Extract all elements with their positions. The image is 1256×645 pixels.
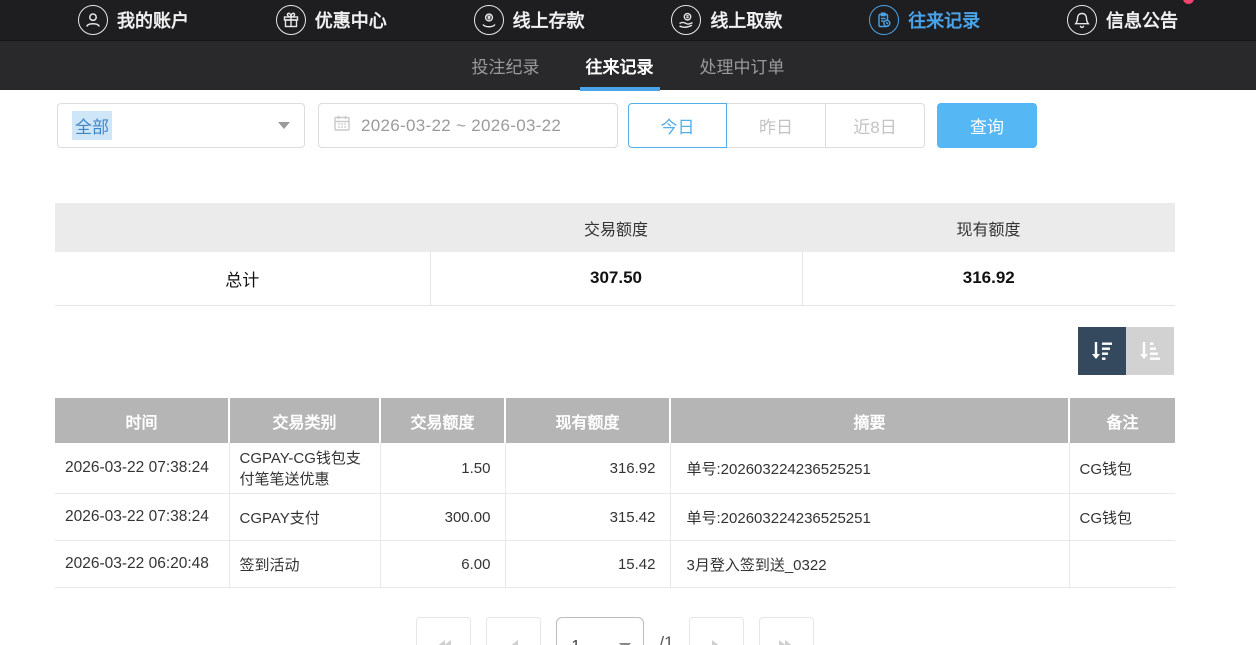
today-button[interactable]: 今日 — [628, 103, 727, 148]
cell-time: 2026-03-22 06:20:48 — [55, 541, 229, 588]
sort-descending-icon — [1089, 338, 1115, 364]
col-header-amount: 交易额度 — [380, 398, 505, 443]
double-right-arrow-icon — [779, 640, 794, 645]
selected-type-value: 全部 — [72, 111, 112, 140]
double-left-arrow-icon — [436, 640, 451, 645]
previous-page-button[interactable] — [486, 617, 541, 645]
summary-balance-total: 316.92 — [802, 252, 1175, 305]
transaction-type-select[interactable]: 全部 — [57, 103, 305, 148]
cell-balance: 316.92 — [505, 443, 670, 494]
search-button[interactable]: 查询 — [937, 103, 1037, 148]
col-header-time: 时间 — [55, 398, 229, 443]
nav-item-promotions[interactable]: 优惠中心 — [276, 5, 387, 35]
nav-item-label: 信息公告 — [1106, 7, 1178, 33]
cell-balance: 315.42 — [505, 494, 670, 541]
date-range-input[interactable]: 2026-03-22 ~ 2026-03-22 — [318, 103, 618, 148]
button-label: 查询 — [970, 113, 1004, 138]
button-label: 昨日 — [759, 113, 793, 138]
col-header-note: 备注 — [1069, 398, 1175, 443]
cell-note: CG钱包 — [1069, 443, 1175, 494]
nav-item-label: 线上取款 — [710, 7, 782, 33]
cell-type: CGPAY支付 — [229, 494, 380, 541]
sort-descending-button[interactable] — [1078, 327, 1126, 375]
cell-type: 签到活动 — [229, 541, 380, 588]
records-table: 时间 交易类别 交易额度 现有额度 摘要 备注 2026-03-22 07:38… — [55, 398, 1175, 588]
current-page-value: 1 — [571, 638, 580, 645]
total-pages-label: /1 — [659, 617, 673, 645]
summary-transaction-total: 307.50 — [430, 252, 802, 305]
summary-total-label: 总计 — [55, 252, 430, 305]
next-page-button[interactable] — [689, 617, 744, 645]
transaction-records-page: 我的账户 优惠中心 线上存款 — [0, 0, 1256, 645]
nav-item-transaction-records[interactable]: 往来记录 — [869, 5, 980, 35]
withdraw-icon — [671, 5, 701, 35]
button-label: 今日 — [661, 113, 695, 138]
nav-item-label: 线上存款 — [513, 7, 585, 33]
user-icon — [78, 5, 108, 35]
cell-amount: 300.00 — [380, 494, 505, 541]
records-icon — [869, 5, 899, 35]
last-8-days-button[interactable]: 近8日 — [826, 103, 925, 148]
top-navigation: 我的账户 优惠中心 线上存款 — [0, 0, 1256, 40]
cell-time: 2026-03-22 07:38:24 — [55, 494, 229, 541]
deposit-icon — [474, 5, 504, 35]
tab-transaction-records[interactable]: 往来记录 — [580, 41, 660, 91]
cell-type: CGPAY-CG钱包支付笔笔送优惠 — [229, 443, 380, 494]
pagination: 1 /1 — [55, 617, 1175, 645]
cell-note: CG钱包 — [1069, 494, 1175, 541]
tab-label: 处理中订单 — [700, 53, 785, 78]
nav-item-label: 优惠中心 — [315, 7, 387, 33]
bell-icon — [1067, 5, 1097, 35]
tab-processing-orders[interactable]: 处理中订单 — [694, 41, 791, 91]
right-arrow-icon — [712, 640, 721, 645]
yesterday-button[interactable]: 昨日 — [727, 103, 826, 148]
cell-balance: 15.42 — [505, 541, 670, 588]
summary-total-row: 总计 307.50 316.92 — [55, 252, 1175, 305]
col-header-type: 交易类别 — [229, 398, 380, 443]
button-label: 近8日 — [853, 113, 896, 138]
last-page-button[interactable] — [759, 617, 814, 645]
notification-badge — [1183, 0, 1194, 4]
page-number-select[interactable]: 1 — [556, 617, 644, 645]
left-arrow-icon — [509, 640, 518, 645]
tab-label: 往来记录 — [586, 53, 654, 78]
calendar-icon — [333, 114, 351, 137]
cell-amount: 6.00 — [380, 541, 505, 588]
cell-summary: 单号:202603224236525251 — [670, 494, 1069, 541]
nav-item-my-account[interactable]: 我的账户 — [78, 5, 189, 35]
table-row: 2026-03-22 07:38:24 CGPAY支付 300.00 315.4… — [55, 494, 1175, 541]
cell-time: 2026-03-22 07:38:24 — [55, 443, 229, 494]
summary-header-transaction: 交易额度 — [430, 203, 802, 252]
summary-header-balance: 现有额度 — [802, 203, 1175, 252]
tab-label: 投注纪录 — [472, 53, 540, 78]
col-header-summary: 摘要 — [670, 398, 1069, 443]
summary-table: 交易额度 现有额度 总计 307.50 316.92 — [55, 203, 1175, 306]
gift-icon — [276, 5, 306, 35]
nav-item-online-withdrawal[interactable]: 线上取款 — [671, 5, 782, 35]
nav-item-label: 往来记录 — [908, 7, 980, 33]
sort-controls — [1078, 327, 1174, 375]
table-row: 2026-03-22 07:38:24 CGPAY-CG钱包支付笔笔送优惠 1.… — [55, 443, 1175, 494]
sort-ascending-button[interactable] — [1126, 327, 1174, 375]
first-page-button[interactable] — [416, 617, 471, 645]
nav-item-online-deposit[interactable]: 线上存款 — [474, 5, 585, 35]
nav-item-label: 我的账户 — [117, 7, 189, 33]
summary-header-empty — [55, 203, 430, 252]
col-header-balance: 现有额度 — [505, 398, 670, 443]
quick-date-button-group: 今日 昨日 近8日 — [628, 103, 925, 148]
cell-summary: 3月登入签到送_0322 — [670, 541, 1069, 588]
date-range-value: 2026-03-22 ~ 2026-03-22 — [361, 116, 561, 136]
table-row: 2026-03-22 06:20:48 签到活动 6.00 15.42 3月登入… — [55, 541, 1175, 588]
cell-summary: 单号:202603224236525251 — [670, 443, 1069, 494]
sort-ascending-icon — [1137, 338, 1163, 364]
chevron-down-icon — [278, 122, 290, 129]
nav-item-announcements[interactable]: 信息公告 — [1067, 5, 1178, 35]
records-tab-bar: 投注纪录 往来记录 处理中订单 — [0, 40, 1256, 90]
cell-amount: 1.50 — [380, 443, 505, 494]
tab-betting-records[interactable]: 投注纪录 — [466, 41, 546, 91]
cell-note — [1069, 541, 1175, 588]
